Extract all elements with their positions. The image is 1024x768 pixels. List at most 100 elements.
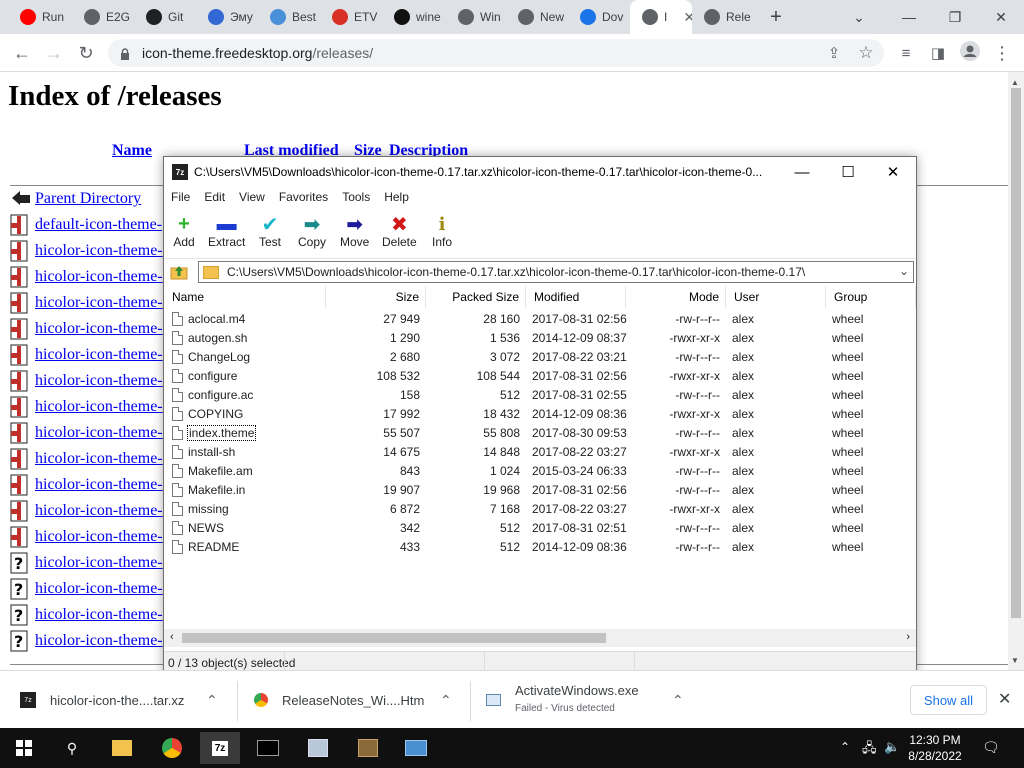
menu-edit[interactable]: Edit	[197, 190, 232, 204]
file-row[interactable]: index.theme 55 507 55 808 2017-08-30 09:53 -…	[164, 424, 916, 443]
scrollbar-thumb[interactable]	[1011, 88, 1021, 618]
close-window-button[interactable]: ✕	[978, 0, 1024, 34]
file-link[interactable]: hicolor-icon-theme-	[35, 580, 163, 598]
download-item[interactable]: ReleaseNotes_Wi....Htm ⌃	[254, 671, 466, 729]
file-link[interactable]: hicolor-icon-theme-	[35, 554, 163, 572]
file-row[interactable]: Makefile.in 19 907 19 968 2017-08-31 02:56 -…	[164, 481, 916, 500]
back-button[interactable]: ←	[10, 41, 34, 65]
tab-7[interactable]: Win	[446, 0, 506, 34]
close-tab-icon[interactable]: ✕	[683, 9, 692, 26]
taskbar-7zip[interactable]: 7z	[200, 732, 240, 764]
taskbar-app[interactable]	[348, 732, 388, 764]
parent-directory-link[interactable]: Parent Directory	[35, 190, 141, 208]
bookmark-button[interactable]: ☆	[854, 41, 878, 65]
tab-4[interactable]: Best	[258, 0, 322, 34]
file-link[interactable]: hicolor-icon-theme-	[35, 242, 163, 260]
chevron-up-icon[interactable]: ⌃	[672, 692, 684, 709]
new-tab-button[interactable]: +	[754, 0, 798, 34]
7zip-minimize-button[interactable]: —	[779, 157, 825, 187]
column-header-group[interactable]: Group	[826, 286, 916, 308]
menu-file[interactable]: File	[164, 190, 197, 204]
info-button[interactable]: i Info	[430, 213, 454, 250]
file-row[interactable]: Makefile.am 843 1 024 2015-03-24 06:33 -rw-r…	[164, 462, 916, 481]
address-bar[interactable]: icon-theme.freedesktop.org/releases/	[108, 39, 884, 67]
file-link[interactable]: hicolor-icon-theme-	[35, 372, 163, 390]
notification-icon[interactable]: 🗨	[982, 739, 1000, 756]
file-link[interactable]: hicolor-icon-theme-	[35, 476, 163, 494]
file-link[interactable]: hicolor-icon-theme-	[35, 346, 163, 364]
file-row[interactable]: ChangeLog 2 680 3 072 2017-08-22 03:21 -rw-r…	[164, 348, 916, 367]
reload-button[interactable]: ↻	[74, 41, 98, 65]
tab-0[interactable]: Run	[8, 0, 68, 34]
page-scrollbar[interactable]: ▲ ▼	[1008, 72, 1024, 670]
7zip-close-button[interactable]: ✕	[870, 157, 916, 187]
scroll-left-icon[interactable]: ‹	[170, 631, 174, 643]
menu-favorites[interactable]: Favorites	[272, 190, 335, 204]
tab-10[interactable]: I ✕	[630, 0, 692, 34]
tray-chevron-icon[interactable]: ⌃	[840, 740, 850, 754]
scrollbar-thumb[interactable]	[182, 633, 606, 643]
file-row[interactable]: install-sh 14 675 14 848 2017-08-22 03:27 -r…	[164, 443, 916, 462]
file-link[interactable]: hicolor-icon-theme-	[35, 450, 163, 468]
file-link[interactable]: hicolor-icon-theme-	[35, 294, 163, 312]
share-button[interactable]: ⇪	[822, 41, 846, 65]
restore-button[interactable]: ❐	[932, 0, 978, 34]
minimize-button[interactable]: —	[886, 0, 932, 34]
chevron-up-icon[interactable]: ⌃	[440, 692, 452, 709]
file-row[interactable]: aclocal.m4 27 949 28 160 2017-08-31 02:56 -r…	[164, 310, 916, 329]
column-header-name[interactable]: Name	[164, 286, 326, 308]
show-all-button[interactable]: Show all	[910, 685, 987, 715]
menu-help[interactable]: Help	[377, 190, 416, 204]
search-button[interactable]: ⚲	[52, 732, 92, 764]
tab-search-button[interactable]: ⌄	[836, 0, 882, 34]
sort-by-name-link[interactable]: Name	[112, 142, 152, 160]
add-button[interactable]: + Add	[172, 213, 196, 250]
file-link[interactable]: default-icon-theme-	[35, 216, 162, 234]
chevron-down-icon[interactable]: ⌄	[899, 264, 909, 278]
file-link[interactable]: hicolor-icon-theme-	[35, 398, 163, 416]
tab-2[interactable]: Git	[134, 0, 194, 34]
file-link[interactable]: hicolor-icon-theme-	[35, 632, 163, 650]
file-link[interactable]: hicolor-icon-theme-	[35, 528, 163, 546]
volume-icon[interactable]: 🔈	[884, 739, 900, 755]
file-row[interactable]: COPYING 17 992 18 432 2014-12-09 08:36 -rwxr…	[164, 405, 916, 424]
tab-1[interactable]: E2G	[72, 0, 136, 34]
7zip-path-field[interactable]: C:\Users\VM5\Downloads\hicolor-icon-them…	[198, 261, 914, 283]
file-link[interactable]: hicolor-icon-theme-	[35, 268, 163, 286]
start-button[interactable]	[4, 732, 44, 764]
taskbar-cmd[interactable]	[248, 732, 288, 764]
7zip-horizontal-scrollbar[interactable]: ‹ ›	[164, 629, 916, 647]
column-header-modified[interactable]: Modified	[526, 286, 626, 308]
profile-button[interactable]	[958, 40, 982, 65]
column-header-mode[interactable]: Mode	[626, 286, 726, 308]
media-button[interactable]: ≡	[894, 41, 918, 65]
file-row[interactable]: configure.ac 158 512 2017-08-31 02:55 -rw-r-…	[164, 386, 916, 405]
7zip-maximize-button[interactable]: ☐	[825, 157, 871, 187]
taskbar-chrome[interactable]	[152, 732, 192, 764]
scroll-right-icon[interactable]: ›	[906, 631, 910, 643]
taskbar-app[interactable]	[298, 732, 338, 764]
tab-5[interactable]: ETV	[320, 0, 384, 34]
extract-button[interactable]: ▬ Extract	[208, 213, 245, 250]
file-row[interactable]: configure 108 532 108 544 2017-08-31 02:56 -…	[164, 367, 916, 386]
column-header-user[interactable]: User	[726, 286, 826, 308]
move-button[interactable]: ➡ Move	[340, 213, 369, 250]
column-header-size[interactable]: Size	[326, 286, 426, 308]
file-link[interactable]: hicolor-icon-theme-	[35, 606, 163, 624]
chevron-up-icon[interactable]: ⌃	[206, 692, 218, 709]
file-link[interactable]: hicolor-icon-theme-	[35, 320, 163, 338]
test-button[interactable]: ✔ Test	[258, 213, 282, 250]
close-downloads-bar-button[interactable]: ✕	[998, 689, 1011, 709]
download-item[interactable]: 7z hicolor-icon-the....tar.xz ⌃	[20, 671, 232, 729]
taskbar-explorer[interactable]	[102, 732, 142, 764]
menu-tools[interactable]: Tools	[335, 190, 377, 204]
network-icon[interactable]: 🖧	[862, 739, 877, 761]
system-clock[interactable]: 12:30 PM 8/28/2022	[905, 732, 965, 764]
tab-9[interactable]: Dov	[568, 0, 630, 34]
download-item[interactable]: ActivateWindows.exe Failed - Virus detec…	[486, 671, 698, 729]
file-row[interactable]: NEWS 342 512 2017-08-31 02:51 -rw-r--r-- alex…	[164, 519, 916, 538]
file-row[interactable]: README 433 512 2014-12-09 08:36 -rw-r--r-- al…	[164, 538, 916, 557]
file-row[interactable]: autogen.sh 1 290 1 536 2014-12-09 08:37 -rwx…	[164, 329, 916, 348]
file-link[interactable]: hicolor-icon-theme-	[35, 424, 163, 442]
folder-up-button[interactable]	[170, 263, 188, 281]
